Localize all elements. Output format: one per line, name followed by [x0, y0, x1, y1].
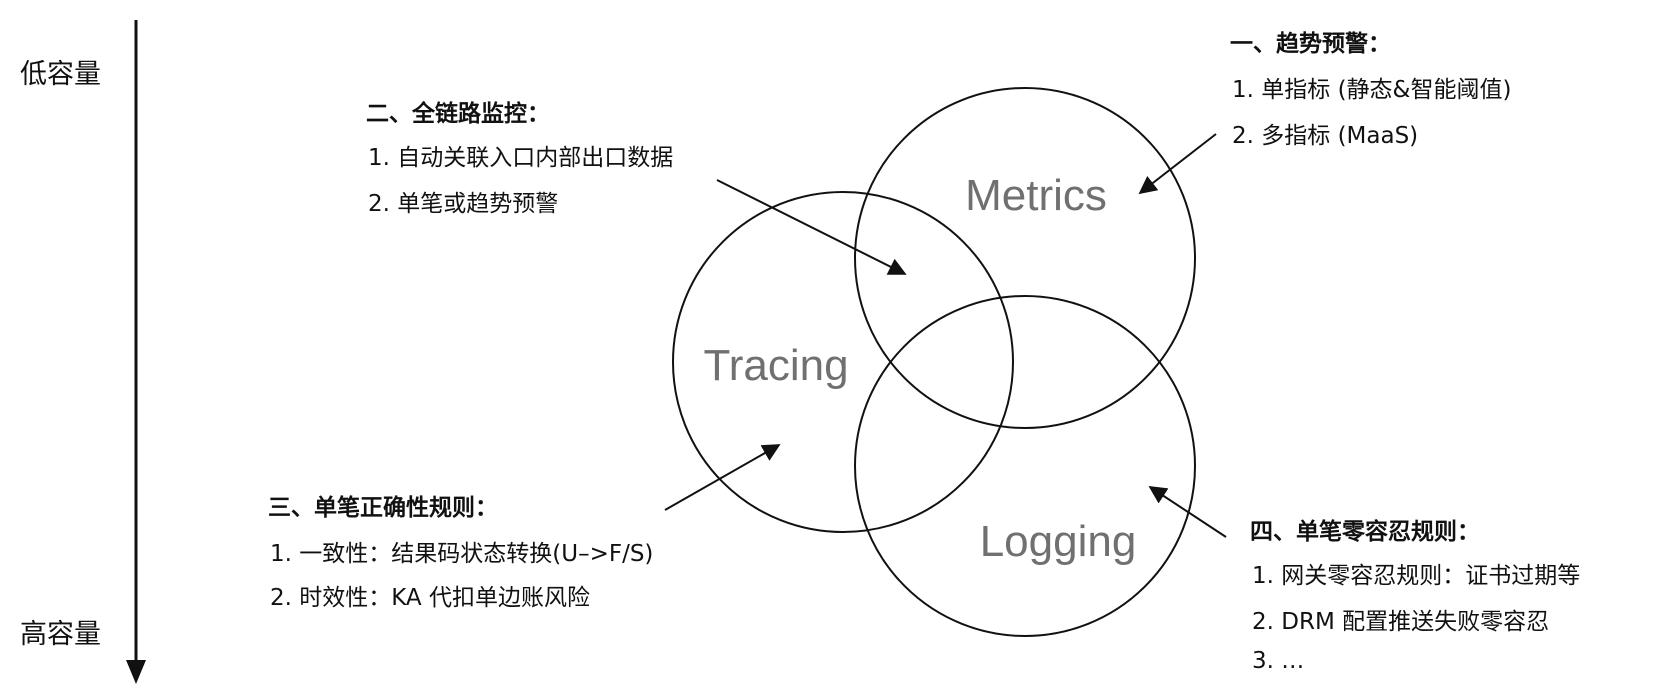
trend-alert-title: 一、趋势预警：: [1230, 31, 1391, 57]
axis-top-label: 低容量: [20, 59, 101, 90]
venn-label-metrics: Metrics: [965, 171, 1107, 220]
zero-tolerance-title: 四、单笔零容忍规则：: [1250, 519, 1480, 545]
axis-bottom-label: 高容量: [20, 619, 101, 650]
diagram-canvas: 低容量 高容量 Metrics Tracing Logging 一、趋势预警： …: [0, 0, 1668, 690]
full-link-title: 二、全链路监控：: [366, 101, 550, 127]
capacity-axis-arrowhead: [126, 660, 146, 684]
zero-tolerance-arrow: [1148, 486, 1227, 538]
single-correctness-title: 三、单笔正确性规则：: [268, 495, 498, 521]
zero-tolerance-item-2: 2. DRM 配置推送失败零容忍: [1252, 609, 1550, 635]
full-link-item-2: 2. 单笔或趋势预警: [368, 191, 559, 217]
single-correctness-arrow: [664, 444, 781, 511]
single-correctness-item-2: 2. 时效性：KA 代扣单边账风险: [270, 585, 590, 611]
full-link-item-1: 1. 自动关联入口内部出口数据: [368, 145, 674, 171]
venn-label-tracing: Tracing: [703, 341, 849, 390]
zero-tolerance-item-3: 3. …: [1252, 648, 1305, 674]
zero-tolerance-item-1: 1. 网关零容忍规则：证书过期等: [1252, 563, 1581, 589]
logging-circle: [854, 295, 1196, 637]
venn-label-logging: Logging: [979, 517, 1137, 566]
single-correctness-item-1: 1. 一致性：结果码状态转换(U–>F/S): [270, 541, 654, 567]
metrics-circle: [854, 87, 1196, 429]
trend-alert-item-2: 2. 多指标 (MaaS): [1232, 123, 1419, 149]
trend-alert-item-1: 1. 单指标 (静态&智能阈值): [1232, 77, 1512, 103]
